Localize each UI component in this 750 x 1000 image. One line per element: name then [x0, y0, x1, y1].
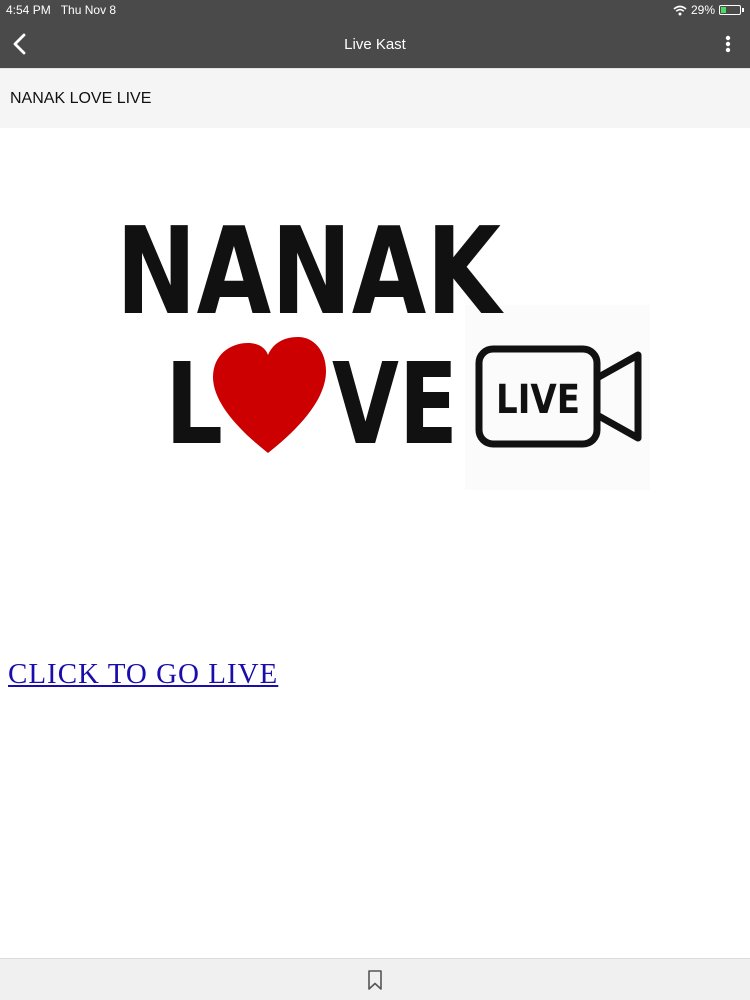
status-date: Thu Nov 8 [60, 3, 117, 17]
status-time: 4:54 PM [6, 3, 51, 17]
logo-badge-text: LIVE [496, 377, 580, 423]
bookmark-button[interactable] [365, 969, 385, 991]
more-vertical-icon [725, 35, 731, 53]
battery-fill [721, 7, 726, 13]
status-time-date: 4:54 PM Thu Nov 8 [6, 3, 116, 17]
status-indicators: 29% [673, 3, 744, 17]
status-bar: 4:54 PM Thu Nov 8 29% [0, 0, 750, 20]
wifi-icon [673, 5, 687, 15]
nanak-love-live-logo: NANAK L VE LIVE [116, 203, 650, 490]
page-header: NANAK LOVE LIVE [0, 68, 750, 128]
logo-line2-right: VE [332, 340, 458, 470]
battery-icon [719, 5, 741, 15]
battery-tip [742, 8, 744, 12]
page-title: NANAK LOVE LIVE [10, 90, 152, 107]
more-options-button[interactable] [720, 32, 736, 56]
heart-icon [213, 337, 326, 453]
battery-percent: 29% [690, 3, 715, 17]
bottom-bar [0, 958, 750, 1000]
go-live-link[interactable]: CLICK TO GO LIVE [8, 658, 278, 691]
logo-line1: NANAK [116, 203, 504, 342]
logo-line2-left: L [165, 340, 223, 470]
bookmark-icon [368, 970, 382, 990]
nav-title: Live Kast [344, 36, 406, 53]
nav-bar: Live Kast [0, 20, 750, 68]
